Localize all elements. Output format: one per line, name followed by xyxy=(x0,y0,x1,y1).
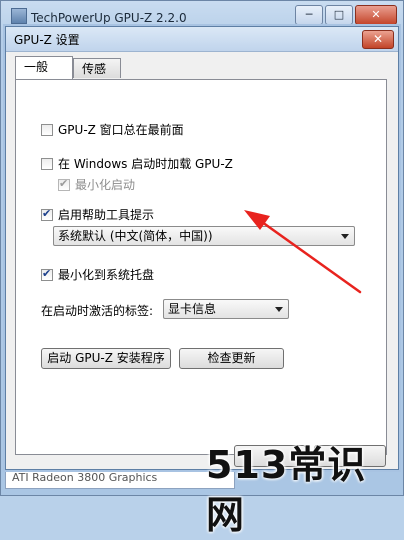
settings-dialog: GPU-Z 设置 ✕ 一般 传感器 GPU-Z 窗口总在最前面 在 Window… xyxy=(5,26,399,470)
minimize-on-startup-label: 最小化启动 xyxy=(75,178,136,192)
enable-tooltips-label: 启用帮助工具提示 xyxy=(58,208,155,222)
startup-tab-select-value: 显卡信息 xyxy=(168,302,217,316)
language-select[interactable]: 系统默认 (中文(简体，中国)) xyxy=(53,226,355,246)
minimize-to-tray-option[interactable]: 最小化到系统托盘 xyxy=(41,266,154,283)
startup-tab-select[interactable]: 显卡信息 xyxy=(163,299,289,319)
general-tab-panel: GPU-Z 窗口总在最前面 在 Windows 启动时加载 GPU-Z 最小化启… xyxy=(15,79,387,455)
main-window-controls: ─ □ ✕ xyxy=(295,5,397,25)
dialog-close-button[interactable]: ✕ xyxy=(362,30,394,49)
dialog-title: GPU-Z 设置 xyxy=(14,33,80,47)
minimize-to-tray-label: 最小化到系统托盘 xyxy=(58,268,155,282)
always-on-top-checkbox[interactable] xyxy=(41,123,53,136)
main-window-title-text: TechPowerUp GPU-Z 2.2.0 xyxy=(31,11,187,25)
minimize-on-startup-option[interactable]: 最小化启动 xyxy=(58,176,135,193)
main-close-button[interactable]: ✕ xyxy=(355,5,397,25)
minimize-button[interactable]: ─ xyxy=(295,5,323,25)
always-on-top-option[interactable]: GPU-Z 窗口总在最前面 xyxy=(41,121,184,138)
site-watermark: 513常识网 xyxy=(206,443,367,537)
minimize-on-startup-checkbox[interactable] xyxy=(58,177,70,191)
startup-tab-label: 在启动时激活的标签: xyxy=(41,302,153,319)
language-select-value: 系统默认 (中文(简体，中国)) xyxy=(58,229,213,243)
tab-sensors[interactable]: 传感器 xyxy=(73,58,121,96)
main-window-title: TechPowerUp GPU-Z 2.2.0 xyxy=(11,8,187,28)
check-update-button[interactable]: 检查更新 xyxy=(179,348,284,369)
minimize-to-tray-checkbox[interactable] xyxy=(41,267,53,281)
maximize-button[interactable]: □ xyxy=(325,5,353,25)
enable-tooltips-checkbox[interactable] xyxy=(41,207,53,221)
install-gpuz-button[interactable]: 启动 GPU-Z 安装程序 xyxy=(41,348,171,369)
gpuz-app-icon xyxy=(11,8,27,24)
enable-tooltips-option[interactable]: 启用帮助工具提示 xyxy=(41,206,154,223)
load-on-startup-checkbox[interactable] xyxy=(41,157,53,170)
chevron-down-icon xyxy=(275,307,283,312)
startup-tab-label-text: 在启动时激活的标签: xyxy=(41,304,154,318)
tab-general[interactable]: 一般 xyxy=(15,56,73,79)
always-on-top-label: GPU-Z 窗口总在最前面 xyxy=(58,123,184,137)
load-on-startup-label: 在 Windows 启动时加载 GPU-Z xyxy=(58,157,233,171)
load-on-startup-option[interactable]: 在 Windows 启动时加载 GPU-Z xyxy=(41,155,233,172)
dialog-title-bar: GPU-Z 设置 ✕ xyxy=(6,27,398,52)
chevron-down-icon xyxy=(341,234,349,239)
